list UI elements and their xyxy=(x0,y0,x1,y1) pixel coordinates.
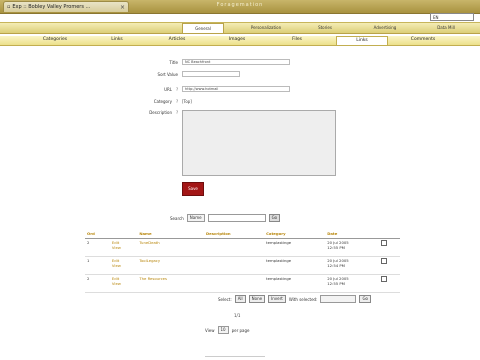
row-category: templastinge xyxy=(264,238,326,257)
subtab-files[interactable]: Files xyxy=(272,37,322,42)
subtab-categories[interactable]: Categories xyxy=(30,37,80,42)
col-description[interactable]: Description xyxy=(204,229,265,239)
row-date-time: 12:55 PM xyxy=(327,281,345,286)
row-ord: 2 xyxy=(85,238,110,257)
browser-tab[interactable]: ▫ Exp :: Bobley Valley Promers ... × xyxy=(3,1,129,12)
sort-value-label: Sort Value xyxy=(157,72,178,77)
search-field-select[interactable]: Name xyxy=(186,214,205,222)
url-label: URL xyxy=(164,87,172,92)
view-label: View xyxy=(205,327,215,333)
per-page-select[interactable]: 10 xyxy=(217,326,229,334)
row-select xyxy=(378,274,400,293)
close-icon[interactable]: × xyxy=(120,4,125,11)
subtab-links-active[interactable]: Links xyxy=(336,36,388,45)
with-selected-select[interactable] xyxy=(320,295,357,303)
tab-stories[interactable]: Stories xyxy=(305,25,345,30)
browser-window: ▫ Exp :: Bobley Valley Promers ... × For… xyxy=(0,0,480,360)
row-select xyxy=(378,256,400,275)
bulk-select-row: Select: All None Invert With selected: G… xyxy=(218,295,371,303)
col-actions xyxy=(109,229,138,239)
category-label: Category xyxy=(153,99,172,104)
row-name[interactable]: ToolLegacy xyxy=(137,256,204,275)
help-icon[interactable]: ? xyxy=(176,110,178,115)
save-button[interactable]: Save xyxy=(182,182,204,196)
row-select xyxy=(378,238,400,257)
row-ord: 2 xyxy=(85,274,110,293)
subtab-comments[interactable]: Comments xyxy=(398,37,448,42)
col-select xyxy=(378,229,400,239)
row-checkbox[interactable] xyxy=(380,258,387,264)
subtab-links[interactable]: Links xyxy=(92,37,142,42)
category-value[interactable]: [Top] xyxy=(182,99,192,104)
row-ord: 1 xyxy=(85,256,110,275)
row-description xyxy=(204,274,265,293)
select-label: Select: xyxy=(218,296,232,302)
row-checkbox[interactable] xyxy=(380,240,387,246)
search-label: Search xyxy=(170,215,184,221)
sort-value-field[interactable] xyxy=(182,71,240,77)
row-date: 20 Jul 2005 12:55 PM xyxy=(325,238,379,257)
tab-data-mill[interactable]: Data Mill xyxy=(426,25,466,30)
row-description xyxy=(204,238,265,257)
table-row: 1 Edit View ToolLegacy templastinge 20 J… xyxy=(85,256,400,275)
per-page-row: View 10 per page xyxy=(205,326,250,334)
row-date: 20 Jul 2005 12:55 PM xyxy=(325,274,379,293)
row-checkbox[interactable] xyxy=(380,276,387,282)
window-title: Foragemation xyxy=(216,2,264,8)
tab-title: Exp :: Bobley Valley Promers ... xyxy=(12,4,91,10)
title-label: Title xyxy=(169,60,178,65)
view-link[interactable]: View xyxy=(112,263,135,268)
view-link[interactable]: View xyxy=(112,281,135,286)
subtab-articles[interactable]: Articles xyxy=(152,37,202,42)
help-icon[interactable]: ? xyxy=(176,99,178,104)
description-textarea[interactable] xyxy=(182,110,336,176)
tab-personalization[interactable]: Personalization xyxy=(246,25,286,30)
row-category: templastinge xyxy=(264,274,326,293)
description-label: Description xyxy=(149,110,172,115)
pager: 1/1 xyxy=(234,313,241,318)
row-name[interactable]: TuneDeath xyxy=(137,238,204,257)
view-link[interactable]: View xyxy=(112,245,135,250)
row-actions: Edit View xyxy=(109,256,138,275)
row-date-time: 12:54 PM xyxy=(327,263,345,268)
row-description xyxy=(204,256,265,275)
tab-advertising[interactable]: Advertising xyxy=(365,25,405,30)
row-actions: Edit View xyxy=(109,238,138,257)
row-date: 20 Jul 2005 12:54 PM xyxy=(325,256,379,275)
help-icon[interactable]: ? xyxy=(176,87,178,92)
sub-menu: Categories Links Articles Images Files L… xyxy=(0,36,480,46)
table-header-row: Ord Name Description Category Date xyxy=(85,229,400,239)
select-none-button[interactable]: None xyxy=(248,295,266,303)
divider xyxy=(205,356,265,357)
row-actions: Edit View xyxy=(109,274,138,293)
col-category[interactable]: Category xyxy=(264,229,326,239)
table-row: 2 Edit View TuneDeath templastinge 20 Ju… xyxy=(85,238,400,257)
col-ord[interactable]: Ord xyxy=(85,229,110,239)
select-all-button[interactable]: All xyxy=(234,295,246,303)
row-category: templastinge xyxy=(264,256,326,275)
links-table: Ord Name Description Category Date 2 Edi… xyxy=(85,229,400,293)
search-go-button[interactable]: Go xyxy=(268,214,281,222)
row-name[interactable]: The Resources xyxy=(137,274,204,293)
url-field[interactable]: http://www.hotmail xyxy=(182,86,290,92)
page-icon: ▫ xyxy=(7,4,11,10)
title-field[interactable]: NC Beachfront xyxy=(182,59,290,65)
table-row: 2 Edit View The Resources templastinge 2… xyxy=(85,274,400,293)
col-date[interactable]: Date xyxy=(325,229,379,239)
row-date-time: 12:55 PM xyxy=(327,245,345,250)
subtab-images[interactable]: Images xyxy=(212,37,262,42)
bulk-go-button[interactable]: Go xyxy=(359,295,371,303)
language-select[interactable]: EN xyxy=(430,13,474,21)
search-row: Search Name Go xyxy=(170,214,281,222)
per-page-label: per page xyxy=(231,327,250,333)
with-selected-label: With selected: xyxy=(288,296,318,302)
top-menu: General Personalization Stories Advertis… xyxy=(0,22,480,34)
search-input[interactable] xyxy=(207,214,266,222)
tab-general[interactable]: General xyxy=(182,23,224,33)
select-invert-button[interactable]: Invert xyxy=(268,295,286,303)
col-name[interactable]: Name xyxy=(137,229,204,239)
browser-title-bar: ▫ Exp :: Bobley Valley Promers ... × For… xyxy=(0,0,480,14)
